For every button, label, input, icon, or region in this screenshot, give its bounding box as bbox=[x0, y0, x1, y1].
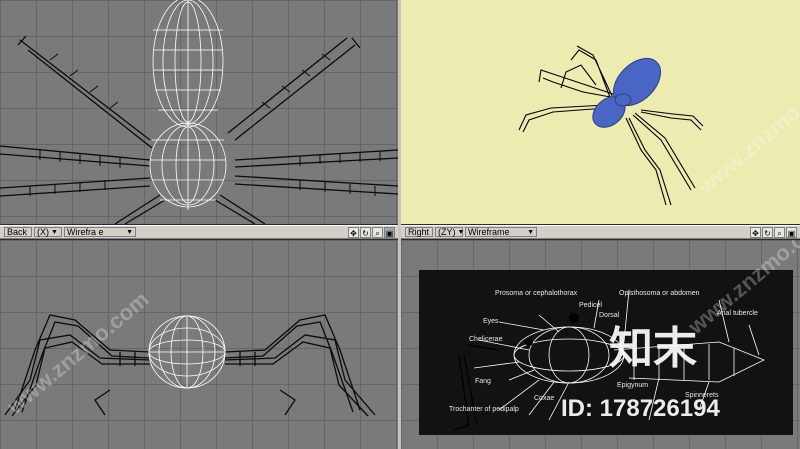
anatomy-label: Eyes bbox=[483, 318, 499, 325]
axis-label: (ZY) bbox=[438, 227, 456, 237]
anatomy-label: Opisthosoma or abdomen bbox=[619, 290, 700, 297]
spider-wireframe-back bbox=[4, 314, 376, 417]
view-selector-right[interactable]: Right bbox=[405, 227, 433, 237]
chevron-down-icon: ▼ bbox=[527, 228, 534, 236]
viewport-perspective[interactable]: www.znzmo.com bbox=[401, 0, 800, 224]
view-selector-left[interactable]: Back bbox=[4, 227, 32, 237]
spider-shaded-perspective bbox=[518, 45, 704, 206]
axis-selector-right[interactable]: (ZY) ▼ bbox=[435, 227, 465, 237]
maximize-icon[interactable]: ▣ bbox=[786, 226, 797, 238]
chevron-down-icon: ▼ bbox=[126, 228, 133, 236]
anatomy-label: Trochanter of pedipalp bbox=[449, 406, 519, 413]
axis-selector-left[interactable]: (X) ▼ bbox=[34, 227, 62, 237]
mode-label: Wireframe bbox=[468, 227, 510, 237]
rotate-icon[interactable]: ↻ bbox=[762, 226, 773, 238]
anatomy-label: Prosoma or cephalothorax bbox=[495, 290, 578, 297]
watermark-logo: 知末 bbox=[609, 323, 697, 374]
render-mode-selector-right[interactable]: Wireframe ▼ bbox=[465, 227, 537, 237]
render-mode-selector-left[interactable]: Wirefra e ▼ bbox=[64, 227, 136, 237]
anatomy-label: Epigynum bbox=[617, 382, 649, 389]
move-icon[interactable]: ✥ bbox=[348, 226, 359, 238]
move-icon[interactable]: ✥ bbox=[750, 226, 761, 238]
anatomy-label: Chelicerae bbox=[469, 336, 503, 343]
viewport-bar-right: Right (ZY) ▼ Wireframe ▼ ✥ ↻ ⌕ ▣ bbox=[401, 225, 800, 239]
anatomy-label: Fang bbox=[475, 378, 491, 385]
spider-wireframe-top bbox=[0, 0, 398, 224]
mode-label: Wirefra e bbox=[67, 227, 104, 237]
view-label: Right bbox=[408, 227, 430, 237]
zoom-icon[interactable]: ⌕ bbox=[774, 226, 785, 238]
viewport-right[interactable]: Prosoma or cephalothorax Opisthosoma or … bbox=[401, 240, 800, 449]
viewport-bar-left: Back (X) ▼ Wirefra e ▼ ✥ ↻ ⌕ ▣ bbox=[0, 225, 398, 239]
view-label: Back bbox=[7, 227, 28, 237]
anatomy-label: Coxae bbox=[534, 395, 555, 402]
chevron-down-icon: ▼ bbox=[457, 228, 465, 236]
zoom-icon[interactable]: ⌕ bbox=[372, 226, 383, 238]
maximize-icon[interactable]: ▣ bbox=[384, 226, 395, 238]
watermark-id: ID: 178726194 bbox=[561, 395, 720, 422]
chevron-down-icon: ▼ bbox=[51, 228, 58, 236]
viewport-top[interactable] bbox=[0, 0, 398, 224]
anatomy-label: Pedicel bbox=[579, 302, 602, 309]
axis-label: (X) bbox=[37, 227, 49, 237]
rotate-icon[interactable]: ↻ bbox=[360, 226, 371, 238]
viewport-back[interactable]: www.znzmo.com bbox=[0, 240, 398, 449]
